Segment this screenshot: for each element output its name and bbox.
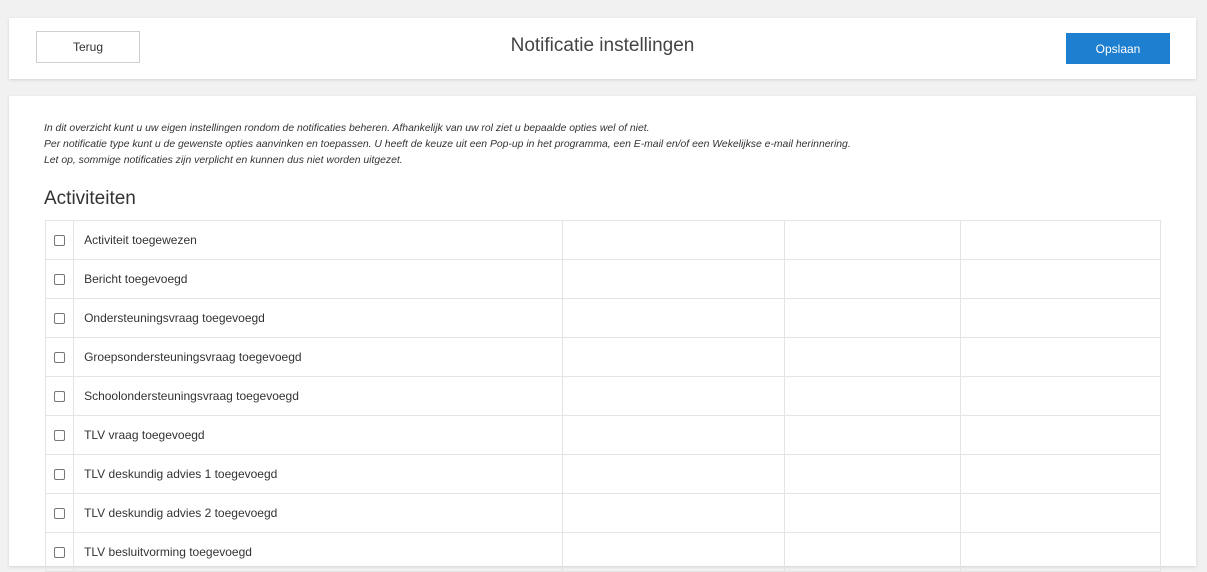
table-row: Groepsondersteuningsvraag toegevoegd — [44, 337, 1161, 377]
option-cell — [960, 532, 1161, 572]
option-cell — [562, 493, 785, 533]
row-checkbox[interactable] — [54, 235, 66, 247]
option-cell — [783, 298, 962, 338]
row-label: Groepsondersteuningsvraag toegevoegd — [73, 337, 564, 377]
row-checkbox[interactable] — [54, 274, 66, 286]
option-cell — [960, 259, 1161, 299]
option-cell — [783, 220, 962, 260]
save-button[interactable]: Opslaan — [1066, 33, 1170, 64]
row-checkbox[interactable] — [54, 430, 66, 442]
option-cell — [783, 493, 962, 533]
intro-line: Let op, sommige notificaties zijn verpli… — [44, 155, 403, 166]
row-checkbox[interactable] — [54, 391, 66, 403]
intro-line: Per notificatie type kunt u de gewenste … — [44, 139, 851, 150]
table-row: Bericht toegevoegd — [44, 259, 1161, 299]
table-row: Activiteit toegewezen — [44, 220, 1161, 260]
intro-text: In dit overzicht kunt u uw eigen instell… — [44, 121, 1174, 169]
table-row: Ondersteuningsvraag toegevoegd — [44, 298, 1161, 338]
option-cell — [562, 337, 785, 377]
table-row: Schoolondersteuningsvraag toegevoegd — [44, 376, 1161, 416]
row-label: TLV deskundig advies 2 toegevoegd — [73, 493, 564, 533]
option-cell — [562, 376, 785, 416]
option-cell — [562, 415, 785, 455]
section-title: Activiteiten — [44, 188, 136, 209]
row-checkbox[interactable] — [54, 352, 66, 364]
row-checkbox[interactable] — [54, 469, 66, 481]
row-label: TLV vraag toegevoegd — [73, 415, 564, 455]
row-label: TLV besluitvorming toegevoegd — [73, 532, 564, 572]
header-bar: Terug Notificatie instellingen Opslaan — [9, 18, 1196, 79]
row-checkbox[interactable] — [54, 313, 66, 325]
option-cell — [960, 337, 1161, 377]
option-cell — [783, 415, 962, 455]
row-label: Ondersteuningsvraag toegevoegd — [73, 298, 564, 338]
table-row: TLV besluitvorming toegevoegd — [44, 532, 1161, 572]
option-cell — [960, 376, 1161, 416]
row-label: Activiteit toegewezen — [73, 220, 564, 260]
row-label: Bericht toegevoegd — [73, 259, 564, 299]
option-cell — [562, 298, 785, 338]
option-cell — [960, 493, 1161, 533]
notification-table: Activiteit toegewezen Bericht toegevoegd… — [44, 220, 1161, 572]
row-label: TLV deskundig advies 1 toegevoegd — [73, 454, 564, 494]
row-checkbox[interactable] — [54, 508, 66, 520]
option-cell — [562, 532, 785, 572]
option-cell — [783, 454, 962, 494]
option-cell — [562, 220, 785, 260]
option-cell — [783, 259, 962, 299]
settings-panel: In dit overzicht kunt u uw eigen instell… — [9, 96, 1196, 572]
page-title: Notificatie instellingen — [510, 35, 695, 56]
table-row: TLV deskundig advies 2 toegevoegd — [44, 493, 1161, 533]
intro-line: In dit overzicht kunt u uw eigen instell… — [44, 123, 650, 134]
table-row: TLV vraag toegevoegd — [44, 415, 1161, 455]
option-cell — [960, 415, 1161, 455]
row-checkbox[interactable] — [54, 547, 66, 559]
option-cell — [960, 220, 1161, 260]
row-label: Schoolondersteuningsvraag toegevoegd — [73, 376, 564, 416]
option-cell — [562, 454, 785, 494]
option-cell — [783, 532, 962, 572]
option-cell — [562, 259, 785, 299]
back-button[interactable]: Terug — [36, 31, 140, 63]
option-cell — [783, 376, 962, 416]
option-cell — [960, 298, 1161, 338]
table-row: TLV deskundig advies 1 toegevoegd — [44, 454, 1161, 494]
option-cell — [960, 454, 1161, 494]
option-cell — [783, 337, 962, 377]
